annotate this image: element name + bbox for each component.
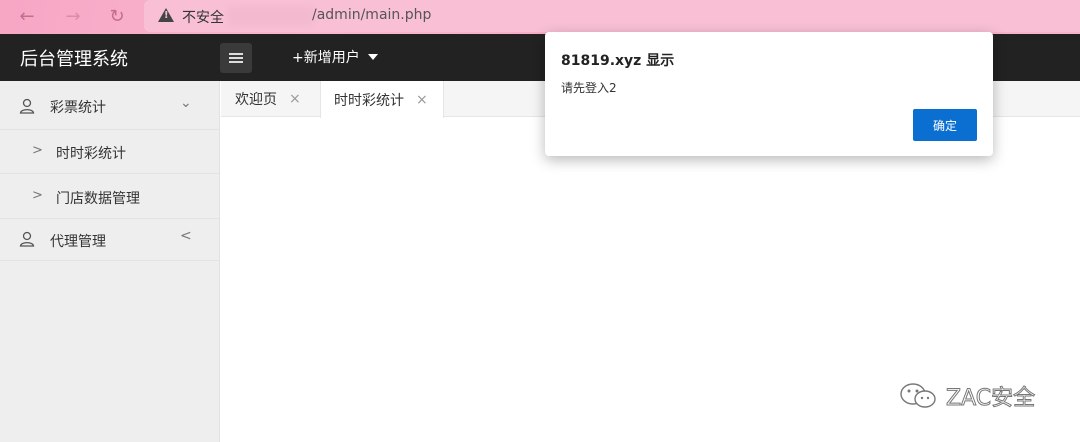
chevron-left-icon: < bbox=[180, 228, 192, 244]
sidebar-item-label: 彩票统计 bbox=[50, 100, 106, 116]
sidebar-item-label: 时时彩统计 bbox=[56, 146, 126, 162]
url-path: /admin/main.php bbox=[312, 7, 432, 23]
caret-down-icon bbox=[367, 54, 378, 60]
menu-toggle-button[interactable] bbox=[220, 43, 252, 73]
watermark-text: ZAC安全 bbox=[945, 386, 1036, 412]
close-icon[interactable]: × bbox=[416, 92, 428, 108]
add-user-label: +新增用户 bbox=[292, 50, 360, 66]
watermark: ZAC安全 bbox=[898, 380, 1036, 412]
dialog-title: 81819.xyz 显示 bbox=[561, 53, 675, 69]
chevron-right-icon: > bbox=[32, 188, 43, 203]
sidebar-subitem-ssc-stats[interactable]: > 时时彩统计 bbox=[0, 130, 220, 174]
reload-icon[interactable]: ↻ bbox=[104, 4, 130, 28]
tab-label: 欢迎页 bbox=[235, 92, 277, 108]
add-user-menu[interactable]: +新增用户 bbox=[292, 47, 378, 67]
back-icon[interactable]: ← bbox=[14, 4, 40, 28]
wechat-icon bbox=[900, 383, 936, 408]
warning-icon bbox=[158, 8, 174, 22]
url-redacted bbox=[228, 6, 314, 26]
tab-label: 时时彩统计 bbox=[334, 92, 404, 109]
chevron-down-icon: ⌄ bbox=[180, 95, 192, 111]
sidebar-item-label: 门店数据管理 bbox=[56, 191, 140, 207]
browser-toolbar: ← → ↻ 不安全 /admin/main.php bbox=[0, 0, 1080, 34]
sidebar-item-label: 代理管理 bbox=[50, 234, 106, 250]
tab-welcome[interactable]: 欢迎页 × bbox=[235, 81, 301, 117]
sidebar-subitem-store-data[interactable]: > 门店数据管理 bbox=[0, 174, 220, 219]
app-title: 后台管理系统 bbox=[20, 49, 128, 70]
chevron-right-icon: > bbox=[32, 143, 43, 158]
sidebar-item-agent-management[interactable]: 代理管理 < bbox=[0, 219, 220, 261]
sidebar: 彩票统计 ⌄ > 时时彩统计 > 门店数据管理 代理管理 < bbox=[0, 81, 220, 442]
hamburger-icon bbox=[229, 53, 243, 63]
forward-icon[interactable]: → bbox=[60, 4, 86, 28]
close-icon[interactable]: × bbox=[289, 91, 301, 107]
user-icon bbox=[19, 231, 35, 247]
alert-dialog: 81819.xyz 显示 请先登入2 确定 bbox=[545, 32, 993, 156]
sidebar-item-lottery-stats[interactable]: 彩票统计 ⌄ bbox=[0, 81, 220, 130]
dialog-message: 请先登入2 bbox=[561, 81, 617, 95]
address-bar[interactable]: 不安全 /admin/main.php bbox=[144, 0, 1080, 32]
user-icon bbox=[19, 98, 35, 114]
insecure-label: 不安全 bbox=[182, 10, 224, 26]
tab-ssc-stats[interactable]: 时时彩统计 × bbox=[320, 81, 444, 118]
ok-button[interactable]: 确定 bbox=[913, 109, 977, 141]
